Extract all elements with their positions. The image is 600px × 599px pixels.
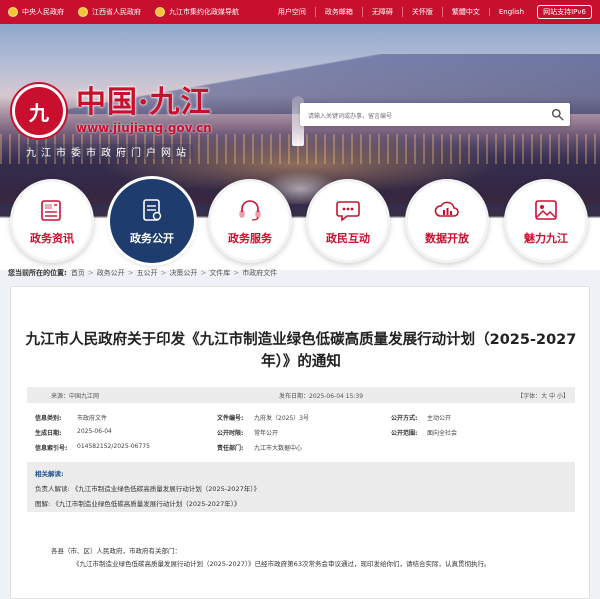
meta-open-time-label: 公开时限:: [217, 430, 244, 437]
nav-label: 政务资讯: [30, 232, 74, 245]
related-interpretation: 相关解读: 负责人解读: 《九江市制造业绿色低碳高质量发展行动计划（2025-2…: [27, 462, 575, 512]
nav-charm-jiujiang[interactable]: 魅力九江: [504, 179, 588, 263]
breadcrumb: 您当前所在的位置: 首页 > 政务公开 > 五公开 > 决策公开 > 文件库 >…: [8, 268, 277, 278]
cloud-chart-icon: [434, 201, 459, 217]
nav-label: 政民互动: [326, 232, 370, 245]
meta-open-scope-label: 公开范围:: [391, 430, 418, 437]
document-title: 九江市人民政府关于印发《九江市制造业绿色低碳高质量发展行动计划（2025-202…: [25, 332, 577, 370]
site-logo[interactable]: 九 中国·九江 www.jiujiang.gov.cn: [12, 84, 212, 138]
meta-docno-label: 文件编号:: [217, 415, 244, 422]
breadcrumb-gov-open[interactable]: 政务公开: [97, 268, 125, 278]
nav-gov-news[interactable]: 政务资讯: [10, 179, 94, 263]
breadcrumb-five-open[interactable]: 五公开: [137, 268, 158, 278]
search-input[interactable]: [300, 105, 540, 128]
nav-gov-open[interactable]: 政务公开: [110, 179, 194, 263]
breadcrumb-separator: >: [127, 269, 134, 277]
breadcrumb-separator: >: [200, 269, 207, 277]
search-icon[interactable]: [551, 108, 564, 121]
logo-url: www.jiujiang.gov.cn: [76, 121, 212, 135]
document-panel: 九江市人民政府关于印发《九江市制造业绿色低碳高质量发展行动计划（2025-202…: [10, 286, 590, 599]
meta-dept: 九江市大数据中心: [254, 445, 303, 452]
header-banner: 九 中国·九江 www.jiujiang.gov.cn 九江市委市政府门户网站 …: [0, 24, 600, 270]
meta-category-label: 信息类别:: [35, 415, 62, 422]
interpretation-heading: 相关解读:: [35, 470, 64, 478]
newspaper-icon: [41, 200, 61, 221]
breadcrumb-city-files[interactable]: 市政府文件: [242, 268, 277, 278]
publish-date: 发布日期：2025-06-04 15:39: [279, 393, 364, 400]
interpretation-link[interactable]: 《九江市制造业绿色低碳高质量发展行动计划（2025-2027年）》: [72, 485, 260, 493]
source-bar: 来源：中国九江网 发布日期：2025-06-04 15:39 【字体：大 中 小…: [27, 387, 575, 403]
breadcrumb-home[interactable]: 首页: [71, 268, 85, 278]
image-icon: [535, 200, 557, 220]
link-media-nav[interactable]: 九江市集约化政媒导航: [155, 7, 239, 17]
link-jiangxi-gov[interactable]: 江西省人民政府: [78, 7, 141, 17]
link-user-space[interactable]: 用户空间: [269, 7, 315, 17]
interpretation-label: 负责人解读:: [35, 485, 70, 493]
nav-label: 政务服务: [228, 232, 272, 245]
chat-icon: [336, 201, 360, 222]
main-nav: 政务资讯 政务公开 政务服务 政民互动 数据开放 魅力九江: [0, 179, 600, 269]
top-links-right: 用户空间 政务邮箱 无障碍 关怀版 繁體中文 English 网站支持IPv6: [269, 0, 592, 24]
link-central-gov[interactable]: 中央人民政府: [8, 7, 64, 17]
meta-open-method-label: 公开方式:: [391, 415, 418, 422]
national-emblem-icon: [78, 7, 88, 17]
top-links-left: 中央人民政府 江西省人民政府 九江市集约化政媒导航: [8, 0, 253, 24]
link-english[interactable]: English: [488, 8, 533, 16]
body-greeting: 各县（市、区）人民政府，市政府有关部门：: [51, 547, 181, 555]
nav-interaction[interactable]: 政民互动: [306, 179, 390, 263]
nav-label: 数据开放: [425, 232, 469, 245]
meta-open-method: 主动公开: [427, 415, 452, 422]
interpretation-link[interactable]: 《九江市制造业绿色低碳高质量发展行动计划（2025-2027年）》: [52, 500, 240, 508]
meta-dept-label: 责任部门:: [217, 445, 244, 452]
meta-docno: 九府发（2025）3号: [254, 415, 310, 422]
breadcrumb-label: 您当前所在的位置:: [8, 269, 67, 277]
breadcrumb-file-library[interactable]: 文件库: [209, 268, 230, 278]
ipv6-badge: 网站支持IPv6: [537, 5, 592, 19]
top-bar: 中央人民政府 江西省人民政府 九江市集约化政媒导航 用户空间 政务邮箱 无障碍 …: [0, 0, 600, 24]
document-body: 各县（市、区）人民政府，市政府有关部门： 《九江市制造业绿色低碳高质量发展行动计…: [51, 545, 551, 571]
font-size-switcher[interactable]: 【字体：大 中 小】: [517, 391, 569, 400]
meta-index: 014582152/2025-06775: [77, 443, 150, 450]
link-care-mode[interactable]: 关怀版: [401, 7, 442, 17]
meta-index-label: 信息索引号:: [35, 445, 68, 452]
national-emblem-icon: [155, 7, 165, 17]
interpretation-label: 图解:: [35, 500, 51, 508]
interpretation-row: 图解: 《九江市制造业绿色低碳高质量发展行动计划（2025-2027年）》: [35, 498, 567, 508]
nav-gov-service[interactable]: 政务服务: [208, 179, 292, 263]
meta-created: 2025-06-04: [77, 428, 112, 435]
link-accessibility[interactable]: 无障碍: [361, 7, 402, 17]
logo-title: 中国·九江: [76, 85, 212, 120]
link-gov-mail[interactable]: 政务邮箱: [314, 7, 362, 17]
interpretation-row: 负责人解读: 《九江市制造业绿色低碳高质量发展行动计划（2025-2027年）》: [35, 483, 567, 493]
meta-open-time: 常年公开: [254, 430, 279, 437]
breadcrumb-decision-open[interactable]: 决策公开: [169, 268, 197, 278]
breadcrumb-separator: >: [87, 269, 94, 277]
nav-label: 魅力九江: [524, 232, 568, 245]
headset-icon: [239, 200, 261, 221]
meta-category: 市政府文件: [77, 415, 108, 422]
breadcrumb-separator: >: [233, 269, 240, 277]
jiujiang-logo-icon: 九: [12, 84, 66, 138]
document-icon: [143, 199, 162, 221]
nav-data-open[interactable]: 数据开放: [405, 179, 489, 263]
logo-subtitle: 九江市委市政府门户网站: [24, 144, 193, 159]
document-meta: 信息类别: 市政府文件 文件编号: 九府发（2025）3号 公开方式: 主动公开…: [27, 407, 575, 457]
source-text: 来源：中国九江网: [51, 393, 100, 400]
link-traditional-chinese[interactable]: 繁體中文: [441, 7, 489, 17]
search-box: [300, 103, 570, 128]
breadcrumb-separator: >: [160, 269, 167, 277]
body-paragraph: 《九江市制造业绿色低碳高质量发展行动计划（2025-2027）》已经市政府第63…: [73, 560, 491, 568]
national-emblem-icon: [8, 7, 18, 17]
meta-created-label: 生成日期:: [35, 430, 62, 437]
nav-label: 政务公开: [130, 232, 174, 245]
meta-open-scope: 面向全社会: [427, 430, 458, 437]
